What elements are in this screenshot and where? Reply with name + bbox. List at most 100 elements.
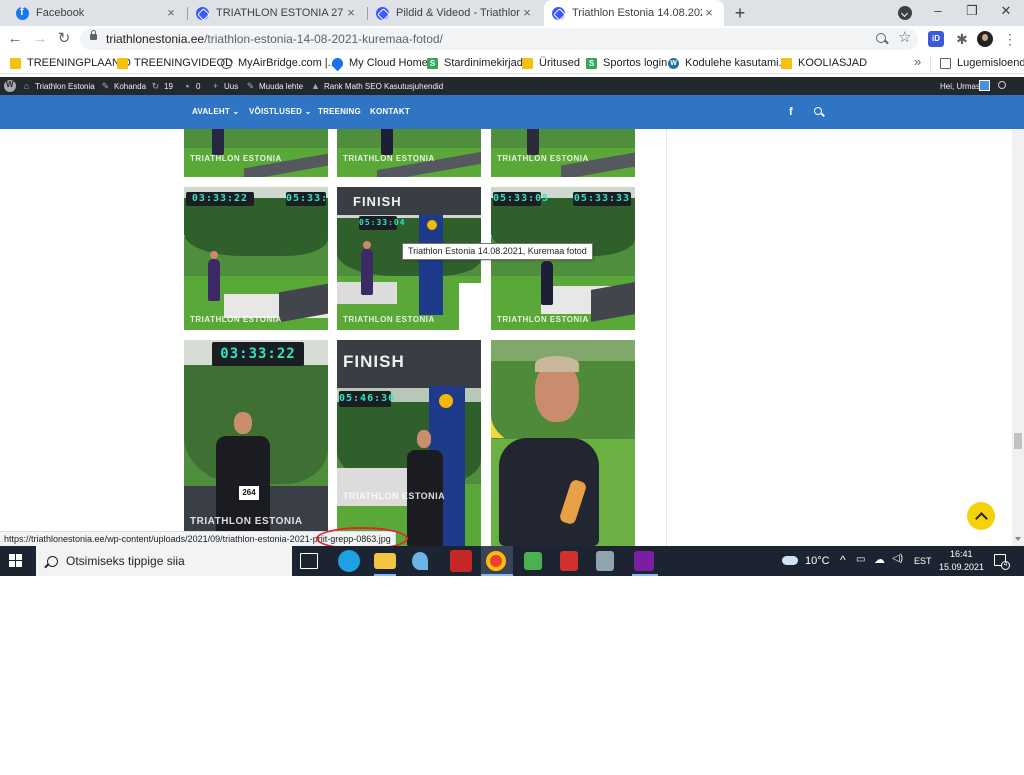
wp-new[interactable]: + Uus — [211, 77, 238, 95]
tab-triathlon-2022[interactable]: TRIATHLON ESTONIA 27.08.2022 × — [188, 0, 366, 26]
app-icon-red[interactable] — [450, 550, 472, 572]
wp-comments[interactable]: ▪ 0 — [183, 77, 201, 95]
address-bar[interactable]: triathlonestonia.ee/triathlon-estonia-14… — [80, 28, 918, 50]
scroll-to-top-button[interactable] — [967, 502, 995, 530]
bookmark-myairbridge[interactable]: MyAirBridge.com |... — [221, 52, 337, 74]
gallery-photo[interactable]: TRIATHLON ESTONIA — [337, 129, 481, 177]
extensions-puzzle-icon[interactable]: ✱ — [954, 31, 970, 47]
triathlon-icon — [376, 6, 389, 20]
bookmark-treeningplaanid[interactable]: TREENINGPLAANID — [10, 52, 131, 74]
profile-avatar-icon[interactable] — [977, 31, 993, 47]
extension-id-icon[interactable]: iD — [928, 31, 944, 47]
cloud-sync-icon[interactable]: ☁ — [874, 553, 885, 566]
windows-taskbar: Otsimiseks tippige siia 10°C ^ ▭ ☁ ◁) ES… — [0, 546, 1024, 576]
site-navigation: AVALEHT ⌄ VÕISTLUSED ⌄ TREENING KONTAKT … — [0, 95, 1024, 129]
temperature[interactable]: 10°C — [805, 555, 830, 567]
chevron-up-icon[interactable]: ^ — [840, 553, 846, 567]
bookmark-uritused[interactable]: Üritused — [522, 52, 580, 74]
bookmark-my-cloud-home[interactable]: My Cloud Home — [329, 52, 428, 74]
close-icon[interactable]: × — [702, 6, 716, 20]
tab-kuremaa-active[interactable]: Triathlon Estonia 14.08.2021, Kuremaa fo… — [544, 0, 724, 26]
app-icon-blue[interactable] — [412, 552, 428, 570]
search-icon — [47, 555, 58, 567]
bookmark-stardinimekirjad[interactable]: S Stardinimekirjad — [427, 52, 523, 74]
browser-menu-icon[interactable]: ⋮ — [1003, 31, 1017, 47]
url-text[interactable]: triathlonestonia.ee/triathlon-estonia-14… — [106, 32, 443, 46]
gallery-photo[interactable]: TRIATHLON ESTONIA — [491, 129, 635, 177]
comment-icon: ▪ — [185, 80, 190, 91]
wp-greeting[interactable]: Hei, Urmas — [940, 77, 980, 95]
speaker-icon[interactable]: ◁) — [892, 553, 903, 564]
gallery-photo[interactable]: 03:33:22 264 TRIATHLON ESTONIA — [184, 340, 328, 546]
gallery-photo[interactable]: TRIATHLON ESTONIA — [184, 129, 328, 177]
bookmark-kooliasjad[interactable]: KOOLIASJAD — [781, 52, 867, 74]
zoom-icon[interactable] — [876, 33, 886, 43]
restore-button[interactable]: ❐ — [955, 0, 989, 24]
task-view-icon[interactable] — [300, 553, 318, 569]
chevron-down-icon: ⌄ — [304, 107, 312, 116]
close-icon[interactable]: × — [520, 6, 534, 20]
wp-site-name[interactable]: ⌂ Triathlon Estonia — [22, 77, 95, 95]
wp-updates[interactable]: ↻ 19 — [151, 77, 173, 95]
bookmark-treeningvideod[interactable]: TREENINGVIDEOD — [117, 52, 233, 74]
back-icon[interactable]: ← — [5, 29, 25, 49]
gallery-photo[interactable] — [491, 340, 635, 546]
folder-icon — [10, 57, 21, 69]
user-avatar[interactable] — [979, 80, 990, 91]
weather-cloud-icon[interactable] — [782, 556, 798, 565]
reading-list[interactable]: Lugemisloend — [940, 52, 1024, 74]
tab-title: Facebook — [36, 7, 85, 19]
file-explorer-icon[interactable] — [374, 553, 396, 569]
tab-search-icon[interactable] — [898, 6, 912, 20]
battery-icon[interactable]: ▭ — [856, 554, 865, 565]
lock-icon[interactable] — [90, 30, 97, 40]
app-icon-doc[interactable] — [596, 551, 614, 571]
page-scrollbar[interactable] — [1012, 129, 1024, 546]
wp-rank-math[interactable]: ▲ Rank Math SEO — [311, 77, 382, 95]
bookmarks-more-icon[interactable]: » — [914, 54, 921, 69]
nav-voistlused[interactable]: VÕISTLUSED ⌄ — [249, 95, 311, 129]
scroll-down-arrow-icon[interactable] — [1015, 537, 1021, 541]
clock-time[interactable]: 16:41 — [950, 549, 973, 559]
facebook-icon — [16, 6, 29, 20]
wp-guides[interactable]: Kasutusjuhendid — [384, 77, 443, 95]
scrollbar-thumb[interactable] — [1014, 433, 1022, 449]
windows-start-icon[interactable] — [9, 554, 23, 568]
nav-avaleht[interactable]: AVALEHT ⌄ — [192, 95, 239, 129]
app-icon-purple[interactable] — [634, 551, 654, 571]
reload-icon[interactable]: ↻ — [54, 29, 74, 49]
taskbar-search-box[interactable]: Otsimiseks tippige siia — [36, 546, 292, 576]
tab-facebook[interactable]: Facebook × — [8, 0, 186, 26]
cloud-icon — [329, 55, 346, 71]
minimize-button[interactable]: – — [921, 0, 955, 24]
clock-date[interactable]: 15.09.2021 — [939, 562, 984, 572]
app-icon-pdf[interactable] — [560, 551, 578, 571]
wp-edit-page[interactable]: ✎ Muuda lehte — [246, 77, 303, 95]
new-tab-button[interactable]: + — [730, 3, 750, 23]
chrome-icon[interactable] — [486, 551, 506, 571]
wordpress-logo-icon[interactable] — [4, 80, 16, 92]
language-indicator[interactable]: EST — [914, 556, 932, 566]
app-icon-green[interactable] — [524, 552, 542, 570]
nav-treening[interactable]: TREENING — [318, 95, 361, 129]
tab-pildid-videod[interactable]: Pildid & Videod - Triathlon Estonia × — [368, 0, 542, 26]
nav-kontakt[interactable]: KONTAKT — [370, 95, 410, 129]
gallery-photo[interactable]: FINISH 05:46:36 TRIATHLON ESTONIA — [337, 340, 481, 546]
globe-icon — [221, 57, 232, 69]
close-icon[interactable]: × — [164, 6, 178, 20]
edge-icon[interactable] — [338, 550, 360, 572]
bookmark-star-icon[interactable]: ☆ — [898, 29, 911, 47]
facebook-icon[interactable]: f — [789, 95, 793, 129]
image-tooltip: Triathlon Estonia 14.08.2021, Kuremaa fo… — [402, 243, 593, 260]
search-icon[interactable] — [998, 81, 1006, 89]
brush-icon: ✎ — [101, 80, 110, 91]
gallery-photo[interactable]: 03:33:22 05:33:33 TRIATHLON ESTONIA — [184, 187, 328, 330]
bookmark-kodulehe-kasutamine[interactable]: W Kodulehe kasutami... — [668, 52, 788, 74]
forward-icon[interactable]: → — [30, 29, 50, 49]
search-icon[interactable] — [814, 107, 822, 115]
tab-title: Pildid & Videod - Triathlon Estonia — [396, 7, 520, 19]
close-window-button[interactable]: ✕ — [989, 0, 1023, 24]
close-icon[interactable]: × — [344, 6, 358, 20]
wp-customize[interactable]: ✎ Kohanda — [101, 77, 146, 95]
bookmark-sportos-login[interactable]: S Sportos login — [586, 52, 667, 74]
